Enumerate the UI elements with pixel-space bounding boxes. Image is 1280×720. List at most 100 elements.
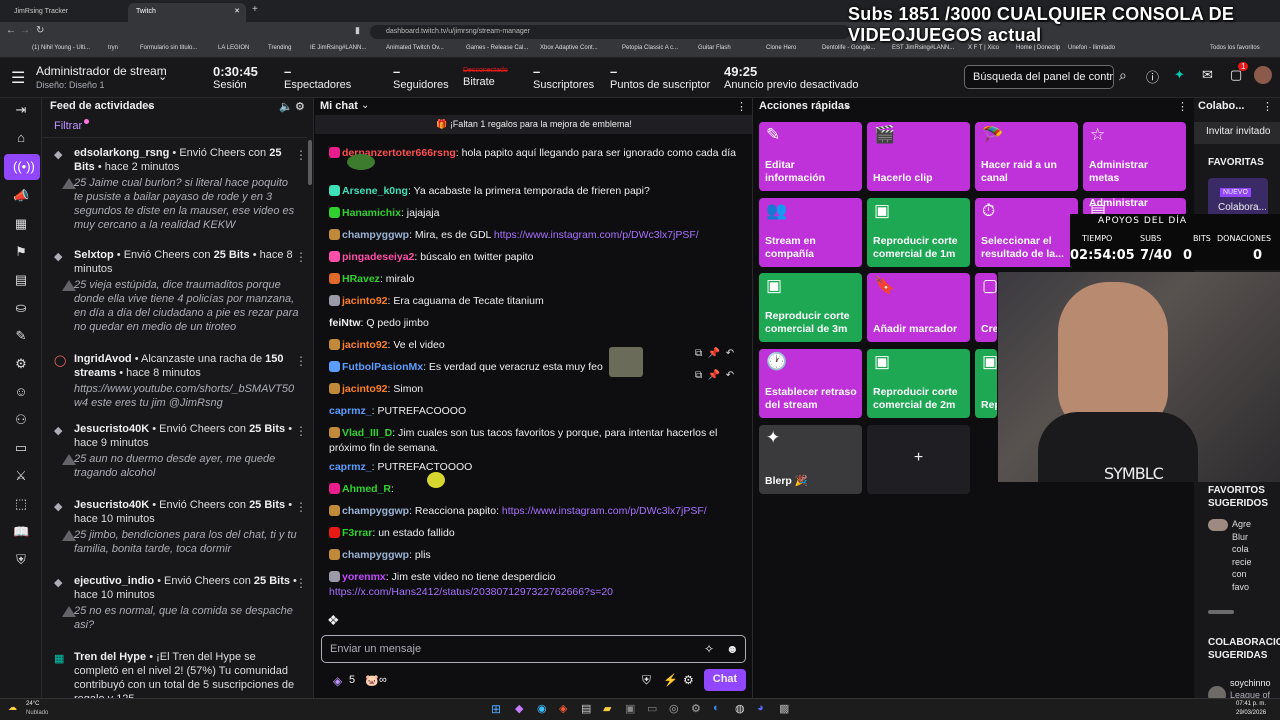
feed-user[interactable]: IngridAvod bbox=[74, 353, 132, 365]
user-badge-icon[interactable] bbox=[329, 383, 340, 394]
user-badge-icon[interactable] bbox=[329, 185, 340, 196]
bookmark-item[interactable]: Guitar Flash bbox=[698, 45, 731, 51]
new-tab-button[interactable]: + bbox=[252, 4, 258, 15]
help-icon[interactable]: ⓘ bbox=[1146, 67, 1159, 86]
feed-user[interactable]: ejecutivo_indio bbox=[74, 575, 154, 587]
tab-twitch[interactable]: Twitch ✕ bbox=[128, 3, 246, 22]
more-icon[interactable]: ⋮ bbox=[295, 354, 307, 368]
invite-guest-button[interactable]: Invitar invitado bbox=[1194, 122, 1280, 144]
chat-message[interactable]: yorenmx: Jim este video no tiene desperd… bbox=[329, 570, 739, 600]
chat-message[interactable]: caprmz_: PUTREFACTOOOO bbox=[329, 460, 739, 475]
chat-input[interactable]: Enviar un mensaje ✧ ☻ bbox=[321, 635, 746, 663]
feed-item[interactable]: ◆ edsolarkong_rsng • Envió Cheers con 25… bbox=[54, 146, 307, 232]
search-icon[interactable]: ⌕ bbox=[1119, 67, 1127, 84]
ad-stat[interactable]: 49:25 Anuncio previo desactivado bbox=[724, 64, 859, 91]
scrollbar[interactable] bbox=[1208, 610, 1234, 614]
tab-jimrsing-tracker[interactable]: JimRsing Tracker bbox=[6, 3, 124, 22]
chat-message[interactable]: champyggwp: Mira, es de GDL https://www.… bbox=[329, 228, 739, 243]
content-icon[interactable]: ▤ bbox=[13, 272, 29, 288]
more-icon[interactable]: ⋮ bbox=[1262, 100, 1273, 113]
bookmark-icon[interactable]: ▮ bbox=[355, 25, 360, 36]
more-icon[interactable]: ⋮ bbox=[295, 576, 307, 590]
more-icon[interactable]: ⋮ bbox=[1177, 100, 1188, 113]
feed-item[interactable]: ◆ ejecutivo_indio • Envió Cheers con 25 … bbox=[54, 574, 307, 632]
more-icon[interactable]: ⋮ bbox=[295, 250, 307, 264]
emotes-icon[interactable]: ☺ bbox=[13, 384, 29, 400]
user-badge-icon[interactable] bbox=[329, 273, 340, 284]
user-badge-icon[interactable] bbox=[329, 147, 340, 158]
shield-icon[interactable]: ⛨ bbox=[642, 673, 651, 688]
monetization-icon[interactable]: ⛀ bbox=[13, 300, 29, 316]
chat-username[interactable]: jacinto92 bbox=[342, 383, 388, 395]
chat-message[interactable]: Arsene_k0ng: Ya acabaste la primera temp… bbox=[329, 184, 739, 199]
back-icon[interactable]: ← bbox=[6, 25, 16, 36]
more-icon[interactable]: ⋮ bbox=[295, 424, 307, 438]
chat-message[interactable]: feiNtw: Q pedo jimbo bbox=[329, 316, 739, 331]
extensions-icon[interactable]: ⬚ bbox=[13, 496, 29, 512]
pin-icon[interactable]: 📌 bbox=[708, 348, 720, 359]
filter-button[interactable]: Filtrar bbox=[54, 120, 82, 132]
more-icon[interactable]: ⋮ bbox=[736, 100, 747, 113]
app-icon[interactable]: ▩ bbox=[779, 702, 789, 715]
close-icon[interactable]: ✕ bbox=[234, 7, 240, 15]
scrollbar[interactable] bbox=[308, 140, 312, 185]
gear-icon[interactable]: ⚙ bbox=[683, 673, 694, 687]
chat-message[interactable]: caprmz_: PUTREFACOOOO bbox=[329, 404, 739, 419]
menu-icon[interactable]: ☰ bbox=[11, 68, 25, 88]
chat-message[interactable]: pingadeseiya2: búscalo en twitter papito bbox=[329, 250, 739, 265]
quick-action-tile[interactable]: 🪂 Hacer raid a un canal bbox=[975, 122, 1078, 191]
quick-action-tile[interactable]: 🕐 Establecer retraso del stream bbox=[759, 349, 862, 418]
feed-item[interactable]: ◯ IngridAvod • Alcanzaste una racha de 1… bbox=[54, 352, 307, 410]
chat-username[interactable]: caprmz_ bbox=[329, 405, 372, 417]
settings-icon[interactable]: ⚙ bbox=[13, 356, 29, 372]
feed-user[interactable]: Jesucristo40K bbox=[74, 423, 149, 435]
chat-link[interactable]: https://x.com/Hans2412/status/2038071297… bbox=[329, 586, 613, 598]
app-icon[interactable]: ◆ bbox=[515, 702, 523, 715]
chat-message[interactable]: jacinto92: Era caguama de Tecate titaniu… bbox=[329, 294, 739, 309]
discord-icon[interactable]: ◕ bbox=[757, 702, 764, 714]
quick-action-tile[interactable]: ▢ Crear moderación bbox=[975, 273, 997, 342]
emote-picker-icon[interactable]: ☻ bbox=[726, 642, 739, 656]
user-badge-icon[interactable] bbox=[329, 295, 340, 306]
user-badge-icon[interactable] bbox=[329, 339, 340, 350]
quick-action-tile[interactable]: ▣ Reproducir corte bbox=[975, 349, 997, 418]
user-badge-icon[interactable] bbox=[329, 505, 340, 516]
user-badge-icon[interactable] bbox=[329, 571, 340, 582]
avatar[interactable] bbox=[1208, 686, 1226, 698]
copy-icon[interactable]: ⧉ bbox=[695, 348, 702, 359]
feed-item[interactable]: ▦ Tren del Hype • ¡El Tren del Hype se c… bbox=[54, 650, 299, 698]
chat-message[interactable]: champyggwp: plis bbox=[329, 548, 739, 563]
chrome-icon[interactable]: ◐ bbox=[713, 702, 720, 714]
chevron-down-icon[interactable]: ⌄ bbox=[843, 100, 851, 111]
video-icon[interactable]: ▭ bbox=[13, 440, 29, 456]
chat-message[interactable]: Hanamichix: jajajaja bbox=[329, 206, 739, 221]
quick-action-tile[interactable]: ✦ Blerp 🎉 bbox=[759, 425, 862, 494]
user-badge-icon[interactable] bbox=[329, 427, 340, 438]
obs-icon[interactable]: ◍ bbox=[735, 702, 745, 715]
chat-message[interactable]: jacinto92: Simon bbox=[329, 382, 739, 397]
chat-username[interactable]: F3rrar bbox=[342, 527, 372, 539]
bookmark-item[interactable]: Petopia Classic A c... bbox=[622, 45, 678, 51]
brave-icon[interactable]: ◈ bbox=[559, 702, 567, 715]
app-icon[interactable]: ◎ bbox=[669, 702, 679, 715]
reply-icon[interactable]: ↶ bbox=[726, 370, 734, 381]
chat-username[interactable]: champyggwp bbox=[342, 229, 409, 241]
chat-username[interactable]: Vlad_III_D bbox=[342, 427, 392, 439]
chat-message[interactable]: F3rrar: un estado fallido bbox=[329, 526, 739, 541]
more-icon[interactable]: ⋮ bbox=[295, 148, 307, 162]
user-badge-icon[interactable] bbox=[329, 549, 340, 560]
explorer-icon[interactable]: ▤ bbox=[581, 702, 591, 715]
chevron-down-icon[interactable]: ⌄ bbox=[146, 100, 154, 111]
mail-icon[interactable]: ✉ bbox=[1202, 67, 1213, 83]
shield-icon[interactable]: ⛨ bbox=[13, 552, 29, 568]
start-icon[interactable]: ⊞ bbox=[491, 702, 501, 716]
chat-message[interactable]: HRavez: miralo bbox=[329, 272, 739, 287]
bookmark-item[interactable]: (1) Nihil Young - Ulti... bbox=[32, 45, 90, 51]
brush-icon[interactable]: ✎ bbox=[13, 328, 29, 344]
quick-action-tile[interactable]: 👥 Stream en compañía bbox=[759, 198, 862, 267]
bookmark-item[interactable]: Animated Twitch Ov... bbox=[386, 45, 444, 51]
feed-item[interactable]: ◆ Jesucristo40K • Envió Cheers con 25 Bi… bbox=[54, 422, 307, 480]
chat-username[interactable]: pingadeseiya2 bbox=[342, 251, 414, 263]
chat-username[interactable]: HRavez bbox=[342, 273, 380, 285]
more-icon[interactable]: ⋮ bbox=[295, 500, 307, 514]
